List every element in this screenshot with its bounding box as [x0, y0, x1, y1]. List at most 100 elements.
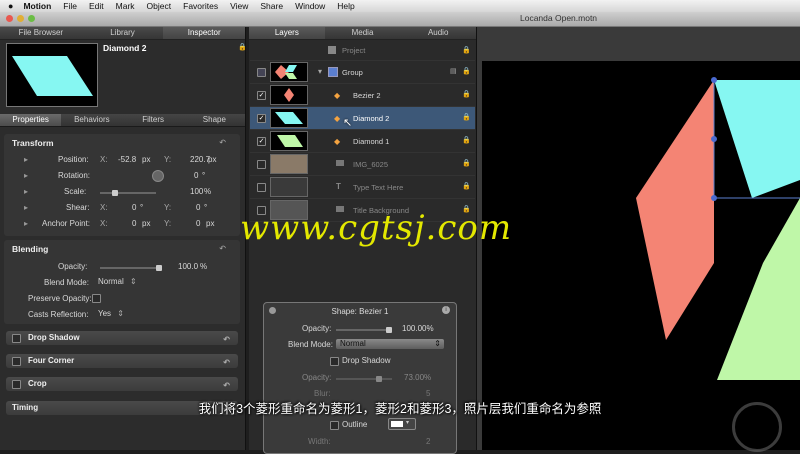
apple-icon[interactable]: ● — [8, 1, 13, 11]
tab-audio[interactable]: Audio — [400, 27, 476, 39]
layer-visibility-checkbox[interactable] — [257, 183, 266, 192]
scale-slider[interactable] — [100, 190, 156, 196]
app-menu[interactable]: Motion — [23, 1, 51, 11]
hud-blend-mode-select[interactable]: Normal ⇕ — [336, 339, 444, 349]
zoom-window-icon[interactable] — [28, 15, 35, 22]
anchor-x-value[interactable]: 0 — [132, 219, 136, 228]
casts-reflection-select[interactable]: Yes ⇕ — [98, 309, 124, 318]
layer-visibility-checkbox[interactable] — [257, 68, 266, 77]
crop-section[interactable]: Crop ↶ — [6, 377, 238, 391]
shear-y-value[interactable]: 0 — [196, 203, 200, 212]
tab-layers[interactable]: Layers — [249, 27, 325, 39]
menu-window[interactable]: Window — [295, 1, 325, 11]
hud-blur-value[interactable]: 5 — [426, 389, 430, 398]
hud-ds-opacity-slider[interactable] — [336, 376, 392, 382]
lock-icon[interactable]: 🔒 — [462, 67, 471, 75]
disclosure-icon[interactable]: ▸ — [24, 187, 28, 196]
hud-opacity-knob[interactable] — [386, 327, 392, 333]
disclosure-icon[interactable]: ▸ — [24, 203, 28, 212]
layer-visibility-checkbox[interactable] — [257, 160, 266, 169]
tab-behaviors[interactable]: Behaviors — [61, 114, 122, 126]
menu-view[interactable]: View — [230, 1, 248, 11]
four-corner-section[interactable]: Four Corner ↶ — [6, 354, 238, 368]
tab-media[interactable]: Media — [325, 27, 401, 39]
layer-visibility-checkbox[interactable]: ✓ — [257, 137, 266, 146]
tab-file-browser[interactable]: File Browser — [0, 27, 82, 39]
layer-name: Diamond 1 — [353, 137, 390, 146]
reset-icon[interactable]: ↶ — [219, 244, 226, 253]
layer-row-bezier-2[interactable]: ✓ ◆ Bezier 2 🔒 — [250, 84, 475, 107]
crop-checkbox[interactable] — [12, 380, 21, 389]
layer-row-project[interactable]: Project 🔒 — [250, 40, 475, 61]
tab-filters[interactable]: Filters — [123, 114, 184, 126]
menu-file[interactable]: File — [63, 1, 77, 11]
hud-opacity-slider[interactable] — [336, 327, 392, 333]
hud-drop-shadow-checkbox[interactable] — [330, 357, 339, 366]
casts-reflection-label: Casts Reflection: — [28, 310, 89, 319]
hud-title: Shape: Bezier 1 — [331, 307, 389, 316]
disclosure-triangle-icon[interactable]: ▾ — [318, 67, 322, 76]
layer-visibility-checkbox[interactable]: ✓ — [257, 114, 266, 123]
rotation-unit: ° — [202, 171, 206, 180]
hud-ds-opacity-value[interactable]: 73.00% — [404, 373, 431, 382]
reset-icon[interactable]: ↶ — [223, 379, 230, 393]
reset-icon[interactable]: ↶ — [223, 356, 230, 370]
scale-value[interactable]: 100 — [190, 187, 203, 196]
close-window-icon[interactable] — [6, 15, 13, 22]
hud-outline-checkbox[interactable] — [330, 421, 339, 430]
menu-mark[interactable]: Mark — [116, 1, 135, 11]
scale-slider-knob[interactable] — [112, 190, 118, 196]
reset-icon[interactable]: ↶ — [223, 333, 230, 347]
info-icon[interactable]: i — [442, 306, 450, 314]
layer-visibility-checkbox[interactable]: ✓ — [257, 91, 266, 100]
reset-icon[interactable]: ↶ — [219, 138, 226, 147]
tab-library[interactable]: Library — [82, 27, 164, 39]
lock-icon[interactable]: 🔒 — [462, 159, 471, 167]
lock-icon[interactable]: 🔒 — [462, 46, 471, 54]
disclosure-icon[interactable]: ▸ — [24, 171, 28, 180]
rotation-value[interactable]: 0 — [194, 171, 198, 180]
lock-icon[interactable]: 🔒 — [462, 182, 471, 190]
blend-mode-select[interactable]: Normal ⇕ — [98, 277, 137, 286]
tab-properties[interactable]: Properties — [0, 114, 62, 126]
blend-opacity-knob[interactable] — [156, 265, 162, 271]
lock-icon[interactable]: 🔒 — [238, 43, 247, 51]
menu-object[interactable]: Object — [147, 1, 172, 11]
canvas[interactable] — [482, 61, 800, 450]
layer-row-diamond-1[interactable]: ✓ ◆ Diamond 1 🔒 — [250, 130, 475, 153]
disclosure-icon[interactable]: ▸ — [24, 219, 28, 228]
drop-shadow-checkbox[interactable] — [12, 334, 21, 343]
preserve-opacity-checkbox[interactable] — [92, 294, 101, 303]
tab-inspector[interactable]: Inspector — [163, 27, 246, 39]
rotation-dial[interactable] — [152, 170, 164, 182]
menu-share[interactable]: Share — [260, 1, 283, 11]
tab-shape[interactable]: Shape — [184, 114, 245, 126]
hud-width-value[interactable]: 2 — [426, 437, 430, 446]
layer-row-type-text[interactable]: T Type Text Here 🔒 — [250, 176, 475, 199]
shear-x-value[interactable]: 0 — [132, 203, 136, 212]
layer-row-img-6025[interactable]: IMG_6025 🔒 — [250, 153, 475, 176]
lock-icon[interactable]: 🔒 — [462, 113, 471, 121]
position-x-value[interactable]: -52.8 — [118, 155, 136, 164]
image-icon — [336, 160, 344, 166]
four-corner-checkbox[interactable] — [12, 357, 21, 366]
minimize-window-icon[interactable] — [17, 15, 24, 22]
subtitle-caption: 我们将3个菱形重命名为菱形1，菱形2和菱形3，照片层我们重命名为参照 — [198, 402, 602, 416]
anchor-y-value[interactable]: 0 — [196, 219, 200, 228]
outline-color-well[interactable]: ▾ — [388, 418, 416, 430]
layer-row-diamond-2[interactable]: ✓ ◆ Diamond 2 🔒 — [250, 107, 475, 130]
hud-ds-opacity-knob[interactable] — [376, 376, 382, 382]
four-corner-title: Four Corner — [28, 356, 75, 365]
lock-icon[interactable]: 🔒 — [462, 90, 471, 98]
position-y-unit: px — [208, 155, 217, 164]
lock-icon[interactable]: 🔒 — [462, 136, 471, 144]
menu-favorites[interactable]: Favorites — [183, 1, 218, 11]
blend-opacity-slider[interactable] — [100, 265, 162, 271]
layer-row-group[interactable]: ▾ Group ▤ 🔒 — [250, 61, 475, 84]
menu-help[interactable]: Help — [337, 1, 354, 11]
blend-opacity-value[interactable]: 100.0 — [178, 262, 198, 271]
hud-opacity-value[interactable]: 100.00% — [402, 324, 434, 333]
drop-shadow-section[interactable]: Drop Shadow ↶ — [6, 331, 238, 345]
disclosure-icon[interactable]: ▸ — [24, 155, 28, 164]
menu-edit[interactable]: Edit — [89, 1, 104, 11]
